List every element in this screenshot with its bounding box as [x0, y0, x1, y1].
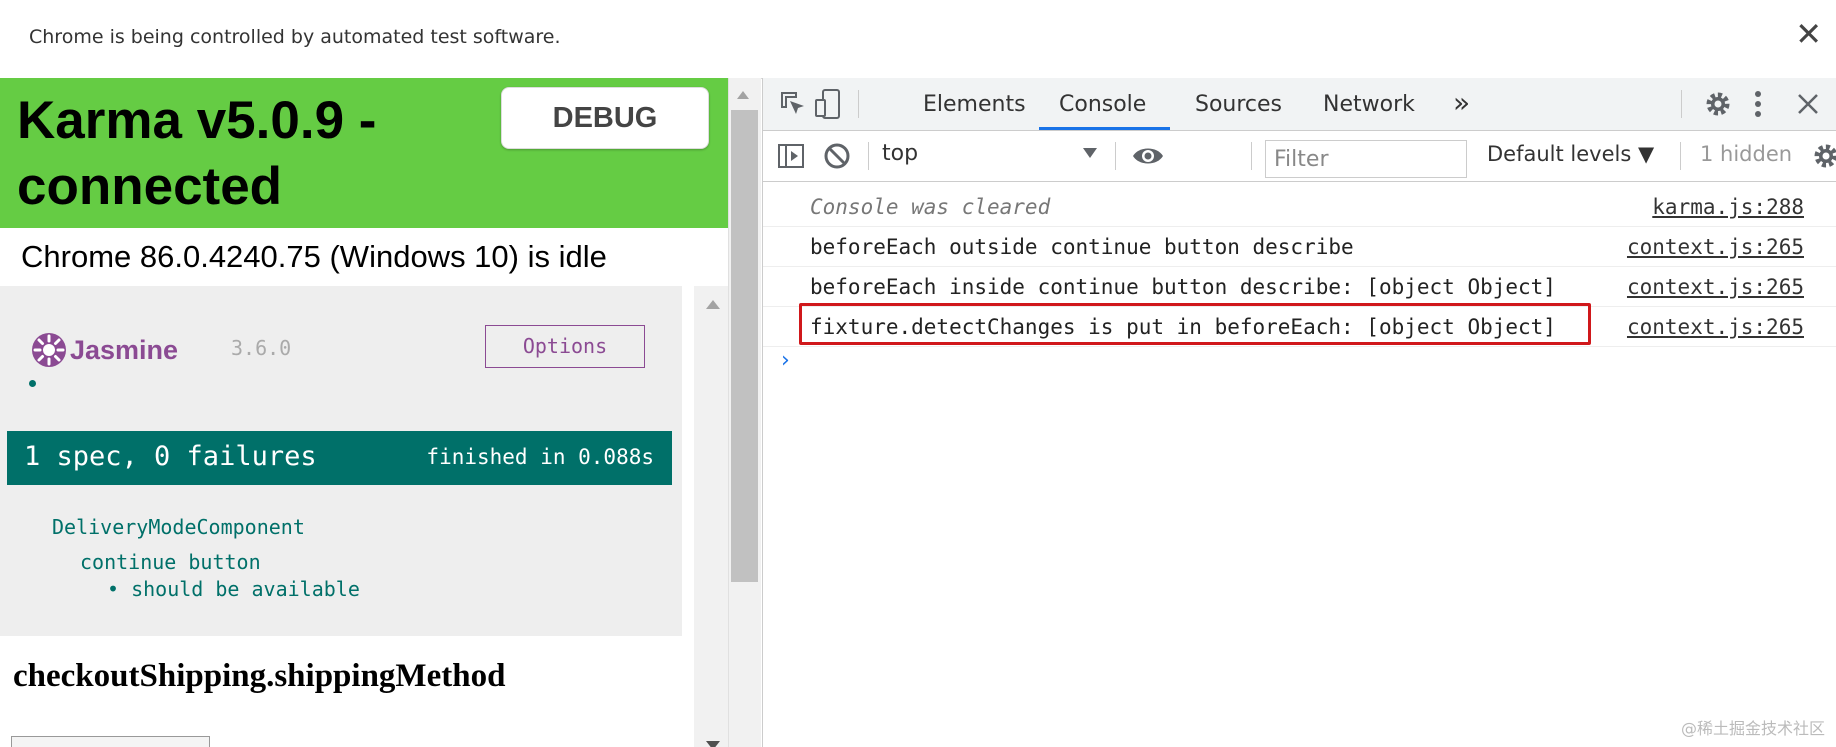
console-message: Console was cleared karma.js:288 — [763, 187, 1836, 227]
debug-button[interactable]: DEBUG — [501, 87, 709, 149]
infobar-message: Chrome is being controlled by automated … — [29, 26, 561, 48]
active-tab-indicator — [1039, 127, 1170, 130]
scroll-up-arrow-icon[interactable] — [706, 300, 720, 309]
tab-elements[interactable]: Elements — [923, 92, 1026, 117]
tab-console[interactable]: Console — [1059, 92, 1146, 117]
more-tabs-icon[interactable]: » — [1453, 86, 1470, 119]
content-box — [11, 736, 210, 747]
device-toolbar-icon[interactable] — [813, 88, 843, 120]
console-filter-bar: top Filter Default levels ▼ 1 hidden — [763, 131, 1836, 182]
hidden-count[interactable]: 1 hidden — [1700, 142, 1792, 166]
console-source-link[interactable]: context.js:265 — [1627, 315, 1804, 339]
infobar-close-icon[interactable]: ✕ — [1795, 18, 1822, 50]
console-prompt-icon[interactable]: › — [781, 348, 790, 373]
duration-text: finished in 0.088s — [426, 445, 654, 469]
karma-title: Karma v5.0.9 - connected — [17, 91, 377, 216]
live-expression-eye-icon[interactable] — [1131, 144, 1165, 168]
settings-gear-icon[interactable] — [1703, 89, 1733, 119]
toolbar-divider — [1115, 142, 1116, 170]
toolbar-divider — [868, 142, 869, 170]
console-settings-gear-icon[interactable] — [1811, 141, 1836, 171]
tab-network[interactable]: Network — [1323, 92, 1415, 117]
console-message-text: Console was cleared — [810, 195, 1051, 219]
console-message-text: beforeEach outside continue button descr… — [810, 235, 1354, 259]
jasmine-logo-text: Jasmine — [70, 335, 178, 365]
karma-page: Karma v5.0.9 - connected DEBUG Chrome 86… — [0, 78, 728, 747]
toolbar-divider — [1680, 142, 1681, 170]
console-source-link[interactable]: context.js:265 — [1627, 275, 1804, 299]
context-selector[interactable]: top — [882, 141, 918, 166]
more-options-icon[interactable] — [1753, 88, 1763, 120]
suite-link[interactable]: continue button — [80, 550, 261, 574]
toolbar-divider — [1251, 142, 1252, 170]
sidebar-toggle-icon[interactable] — [777, 143, 805, 169]
suite-link[interactable]: DeliveryModeComponent — [52, 515, 305, 539]
summary-bar: 1 spec, 0 failures finished in 0.088s — [7, 431, 672, 485]
page-scrollbar-thumb[interactable] — [731, 110, 758, 582]
context-dropdown-icon[interactable] — [1083, 148, 1097, 158]
automation-infobar: Chrome is being controlled by automated … — [0, 0, 1836, 79]
jasmine-logo: Jasmine — [29, 328, 199, 372]
console-message: beforeEach inside continue button descri… — [763, 267, 1836, 307]
watermark: @稀土掘金技术社区 — [1680, 719, 1825, 738]
karma-banner: Karma v5.0.9 - connected DEBUG — [0, 78, 728, 228]
summary-text: 1 spec, 0 failures — [24, 441, 317, 472]
highlight-annotation-box — [799, 303, 1591, 345]
jasmine-reporter: Jasmine 3.6.0 Options 1 spec, 0 failures… — [0, 286, 682, 636]
spec-dot — [29, 380, 36, 387]
devtools-toolbar: Elements Console Sources Network » — [763, 78, 1836, 131]
console-source-link[interactable]: context.js:265 — [1627, 235, 1804, 259]
options-button[interactable]: Options — [485, 325, 645, 368]
devtools-panel: Elements Console Sources Network » top F… — [762, 78, 1836, 747]
tab-sources[interactable]: Sources — [1195, 92, 1282, 117]
toolbar-divider — [1681, 90, 1682, 118]
clear-console-icon[interactable] — [823, 142, 851, 170]
jasmine-version: 3.6.0 — [231, 336, 292, 360]
toolbar-divider — [858, 90, 859, 118]
log-levels-dropdown[interactable]: Default levels ▼ — [1487, 142, 1654, 166]
console-filter-input[interactable]: Filter — [1265, 140, 1467, 178]
console-message: beforeEach outside continue button descr… — [763, 227, 1836, 267]
spec-label[interactable]: should be available — [131, 577, 360, 601]
console-message-text: beforeEach inside continue button descri… — [810, 275, 1556, 299]
page-heading: checkoutShipping.shippingMethod — [13, 658, 506, 694]
close-devtools-icon[interactable] — [1795, 91, 1821, 117]
browser-status: Chrome 86.0.4240.75 (Windows 10) is idle — [21, 239, 607, 274]
scroll-down-arrow-icon[interactable] — [706, 741, 720, 747]
inspect-element-icon[interactable] — [779, 90, 809, 120]
spec-link[interactable]: • should be available — [107, 577, 360, 601]
scroll-up-arrow-icon[interactable] — [737, 91, 749, 99]
reporter-scrollbar[interactable] — [694, 286, 728, 747]
console-source-link[interactable]: karma.js:288 — [1652, 195, 1804, 219]
